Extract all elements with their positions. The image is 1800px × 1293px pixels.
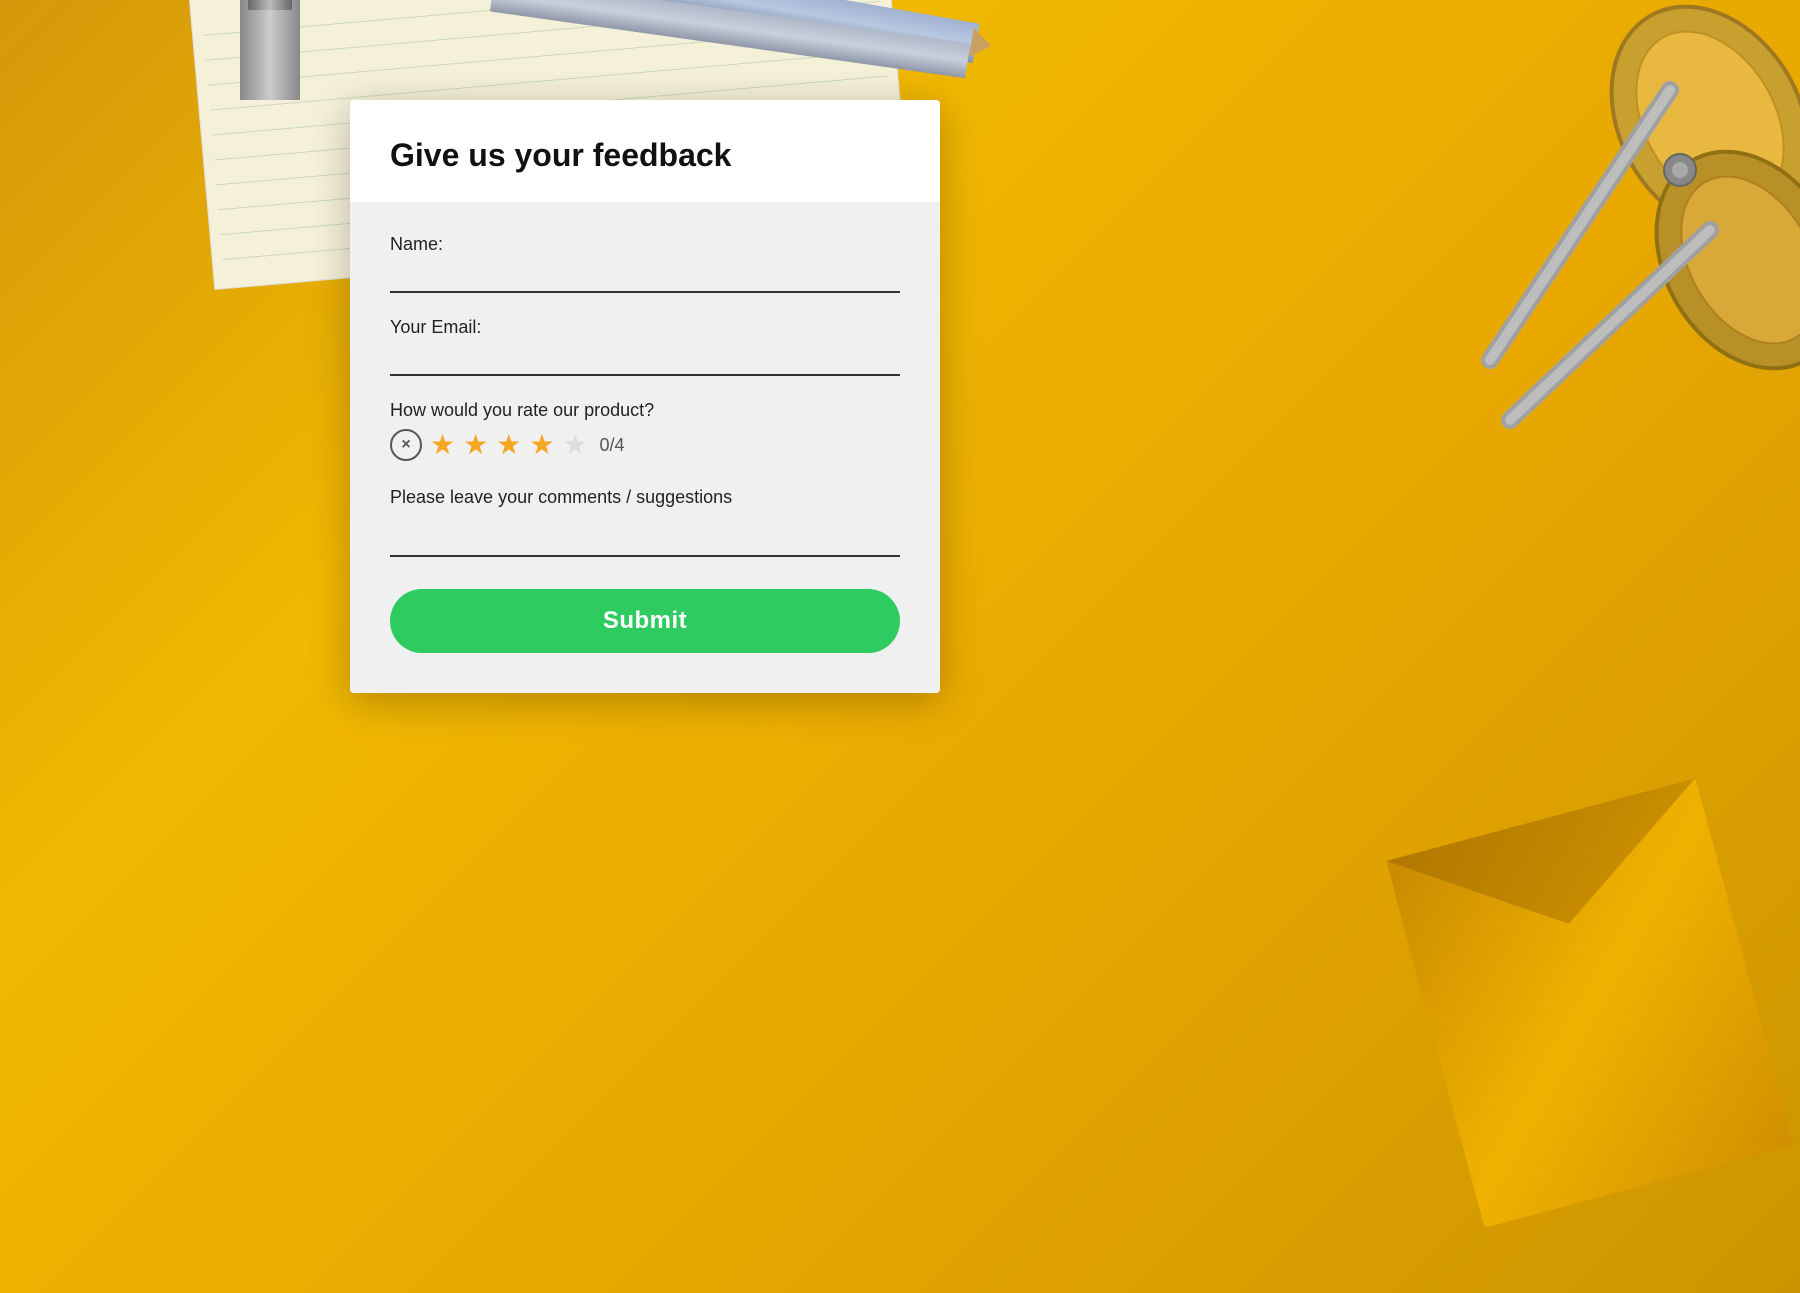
star-5[interactable]: ★ bbox=[562, 431, 587, 459]
name-label: Name: bbox=[390, 234, 900, 255]
star-3[interactable]: ★ bbox=[496, 431, 521, 459]
rating-count: 0/4 bbox=[600, 435, 625, 456]
feedback-form-card: Give us your feedback Name: Your Email: … bbox=[350, 100, 940, 693]
scissors-decoration bbox=[1410, 0, 1800, 460]
email-input[interactable] bbox=[390, 344, 900, 376]
rating-row: × ★ ★ ★ ★ ★ 0/4 bbox=[390, 429, 900, 461]
form-header: Give us your feedback bbox=[350, 100, 940, 202]
star-2[interactable]: ★ bbox=[463, 431, 488, 459]
rating-question: How would you rate our product? bbox=[390, 400, 900, 421]
rating-reset-button[interactable]: × bbox=[390, 429, 422, 461]
email-label: Your Email: bbox=[390, 317, 900, 338]
star-4[interactable]: ★ bbox=[529, 431, 554, 459]
email-field-group: Your Email: bbox=[390, 317, 900, 376]
name-field-group: Name: bbox=[390, 234, 900, 293]
star-1[interactable]: ★ bbox=[430, 431, 455, 459]
form-title: Give us your feedback bbox=[390, 136, 900, 174]
clip-decoration bbox=[240, 0, 300, 100]
reset-icon: × bbox=[401, 436, 410, 454]
comments-field-group: Please leave your comments / suggestions bbox=[390, 485, 900, 556]
submit-button[interactable]: Submit bbox=[390, 589, 900, 653]
rating-field-group: How would you rate our product? × ★ ★ ★ … bbox=[390, 400, 900, 461]
comments-label: Please leave your comments / suggestions bbox=[390, 485, 900, 510]
comments-input[interactable] bbox=[390, 525, 900, 557]
form-body: Name: Your Email: How would you rate our… bbox=[350, 202, 940, 692]
envelope-decoration bbox=[1386, 778, 1793, 1228]
name-input[interactable] bbox=[390, 261, 900, 293]
